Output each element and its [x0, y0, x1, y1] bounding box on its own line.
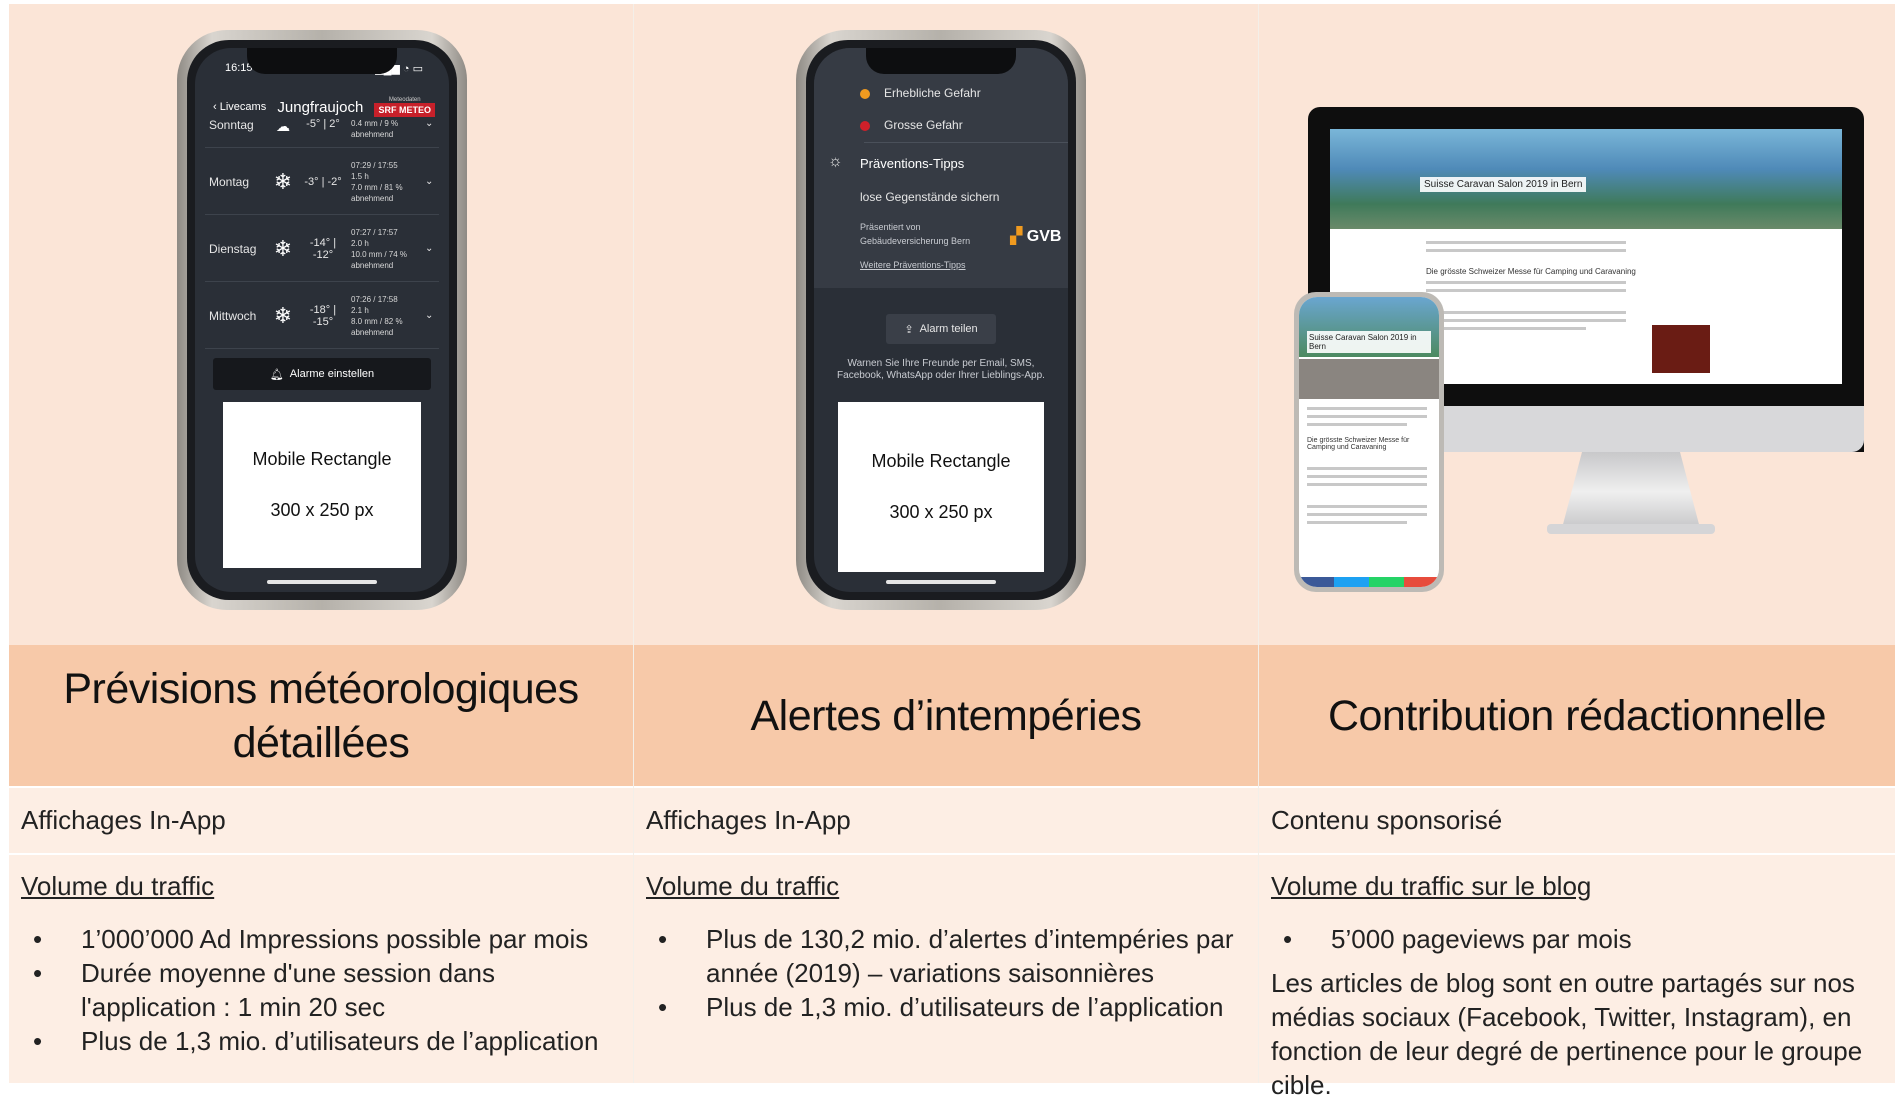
column-heading: Prévisions météorologiques détaillées	[9, 645, 633, 786]
column-subheading: Affichages In-App	[634, 786, 1258, 853]
tips-title: Präventions-Tipps	[860, 156, 965, 171]
traffic-label: Volume du traffic	[21, 871, 215, 901]
list-item: Plus de 1,3 mio. d’utilisateurs de l’app…	[646, 990, 1246, 1024]
forecast-row[interactable]: Sonntag ☁ -5° | 2° 0.4 mm / 9 % abnehmen…	[205, 118, 439, 148]
related-article-image	[1652, 325, 1710, 373]
column-heading: Contribution rédactionnelle	[1259, 645, 1895, 786]
article-title: Die grösste Schweizer Messe für Camping …	[1426, 267, 1636, 276]
mobile-banner-title: Suisse Caravan Salon 2019 in Bern	[1307, 331, 1431, 353]
column-weather-alerts: Erhebliche Gefahr Grosse Gefahr ☼ Präven…	[634, 4, 1259, 1083]
chevron-down-icon: ⌄	[425, 118, 434, 129]
forecast-row[interactable]: Mittwoch ❄ -18° | -15° 07:26 / 17:58 2.1…	[205, 283, 439, 349]
divider	[864, 142, 1068, 143]
column-subheading: Contenu sponsorisé	[1259, 786, 1895, 853]
danger-level-label: Erhebliche Gefahr	[884, 86, 981, 100]
tip-text: lose Gegenstände sichern	[860, 190, 1000, 204]
column-body: Volume du traffic sur le blog 5’000 page…	[1259, 853, 1895, 1100]
list-item: Plus de 130,2 mio. d’alertes d’intempéri…	[646, 922, 1246, 990]
snow-sun-icon: ❄	[273, 235, 293, 261]
list-item: 5’000 pageviews par mois	[1271, 922, 1883, 956]
mobile-rectangle-ad: Mobile Rectangle 300 x 250 px	[223, 402, 421, 568]
column-subheading: Affichages In-App	[9, 786, 633, 853]
alarm-settings-button[interactable]: 🔔︎ Alarme einstellen	[213, 358, 431, 390]
list-item: 1’000’000 Ad Impressions possible par mo…	[21, 922, 621, 956]
mobile-article-heading: Die grösste Schweizer Messe für Camping …	[1307, 437, 1410, 451]
chevron-down-icon: ⌄	[425, 310, 434, 321]
sponsor-text: Präsentiert von Gebäudeversicherung Bern	[860, 222, 971, 246]
chevron-down-icon: ⌄	[425, 243, 434, 254]
bullet-list: 5’000 pageviews par mois	[1271, 922, 1883, 956]
back-button[interactable]: ‹ Livecams	[213, 101, 266, 113]
column-heading: Alertes d’intempéries	[634, 645, 1258, 786]
forecast-row[interactable]: Dienstag ❄ -14° | -12° 07:27 / 17:57 2.0…	[205, 216, 439, 282]
list-item: Plus de 1,3 mio. d’utilisateurs de l’app…	[21, 1024, 621, 1058]
snow-sun-icon: ❄	[273, 168, 293, 194]
home-indicator	[267, 580, 377, 584]
banner-title: Suisse Caravan Salon 2019 in Bern	[1420, 177, 1587, 192]
share-alarm-button[interactable]: ⇪ Alarm teilen	[886, 314, 996, 344]
more-tips-link[interactable]: Weitere Präventions-Tipps	[860, 260, 966, 270]
offer-grid: 16:15 ▂▄▆ ◔ ▭ ‹ Livecams Jungfraujoch Me…	[9, 4, 1895, 1100]
column-body: Volume du traffic Plus de 130,2 mio. d’a…	[634, 853, 1258, 1083]
mobile-rectangle-ad: Mobile Rectangle 300 x 250 px	[838, 402, 1044, 572]
gvb-logo: ▞ GVB	[1010, 228, 1062, 245]
mobile-phone-mockup: Suisse Caravan Salon 2019 in Bern Die gr…	[1294, 292, 1444, 592]
red-level-dot	[860, 121, 870, 131]
phone-mockup: 16:15 ▂▄▆ ◔ ▭ ‹ Livecams Jungfraujoch Me…	[177, 30, 467, 610]
monitor-stand	[1561, 452, 1701, 532]
bell-icon: 🔔︎	[269, 368, 284, 381]
forecast-row[interactable]: Montag ❄ -3° | -2° 07:29 / 17:55 1.5 h 7…	[205, 149, 439, 215]
bullet-list: Plus de 130,2 mio. d’alertes d’intempéri…	[646, 922, 1246, 1024]
phone-notch	[247, 48, 397, 74]
sun-warning-icon: ☼	[828, 153, 843, 170]
description-paragraph: Les articles de blog sont en outre parta…	[1271, 968, 1863, 1100]
nav-title: Jungfraujoch	[277, 98, 364, 116]
chevron-down-icon: ⌄	[425, 176, 434, 187]
column-body: Volume du traffic 1’000’000 Ad Impressio…	[9, 853, 633, 1083]
home-indicator	[886, 580, 996, 584]
orange-level-dot	[860, 89, 870, 99]
list-item: Durée moyenne d'une session dans l'appli…	[21, 956, 621, 1024]
weather-phone-image: 16:15 ▂▄▆ ◔ ▭ ‹ Livecams Jungfraujoch Me…	[9, 4, 633, 645]
bullet-list: 1’000’000 Ad Impressions possible par mo…	[21, 922, 621, 1058]
phone-notch	[866, 48, 1016, 74]
monitor-stand-base	[1547, 524, 1715, 534]
alerts-phone-image: Erhebliche Gefahr Grosse Gefahr ☼ Präven…	[634, 4, 1258, 645]
cloud-icon: ☁	[276, 118, 290, 134]
share-note: Warnen Sie Ihre Freunde per Email, SMS, …	[837, 358, 1045, 381]
social-share-bar	[1299, 577, 1439, 587]
snow-sun-icon: ❄	[273, 302, 293, 328]
column-weather-forecast: 16:15 ▂▄▆ ◔ ▭ ‹ Livecams Jungfraujoch Me…	[9, 4, 634, 1083]
mobile-event-image	[1299, 359, 1439, 399]
danger-level-label: Grosse Gefahr	[884, 118, 963, 132]
phone-mockup: Erhebliche Gefahr Grosse Gefahr ☼ Präven…	[796, 30, 1086, 610]
srf-meteo-logo: SRF METEO	[374, 103, 435, 117]
desktop-mobile-mockup-image: Suisse Caravan Salon 2019 in Bern Die gr…	[1259, 4, 1895, 645]
share-icon: ⇪	[904, 323, 914, 336]
traffic-label: Volume du traffic	[646, 871, 840, 901]
column-editorial-contribution: Suisse Caravan Salon 2019 in Bern Die gr…	[1259, 4, 1895, 1100]
traffic-label: Volume du traffic sur le blog	[1271, 871, 1592, 901]
